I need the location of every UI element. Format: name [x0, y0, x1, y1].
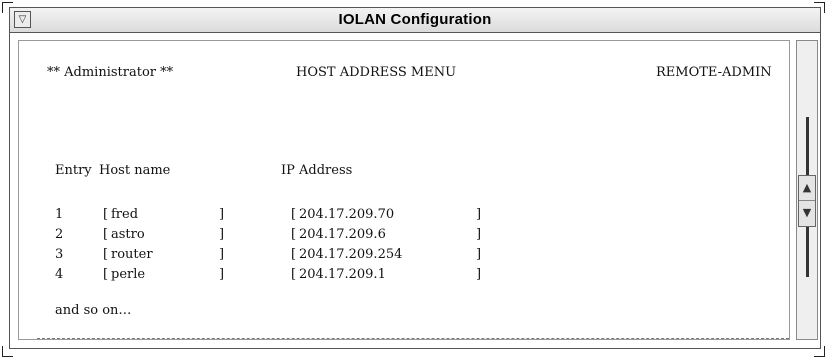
entry-number: 4 — [55, 267, 64, 282]
dashed-divider — [37, 338, 789, 339]
ip-address-field[interactable]: 204.17.209.70 — [299, 207, 394, 222]
field-bracket: [ — [103, 227, 109, 242]
scroll-down-icon[interactable]: ▼ — [799, 201, 815, 225]
column-header-host: Host name — [99, 163, 171, 178]
table-row: 4 [ perle ] [ 204.17.209.1 ] — [19, 267, 789, 287]
ip-address-field[interactable]: 204.17.209.6 — [299, 227, 386, 242]
entry-number: 3 — [55, 247, 64, 262]
mode-label: REMOTE-ADMIN — [656, 65, 772, 80]
field-bracket: [ — [291, 207, 297, 222]
ip-address-field[interactable]: 204.17.209.1 — [299, 267, 386, 282]
field-bracket: [ — [291, 247, 297, 262]
table-row: 1 [ fred ] [ 204.17.209.70 ] — [19, 207, 789, 227]
field-bracket: ] — [219, 247, 225, 262]
field-bracket: [ — [103, 247, 109, 262]
entry-number: 1 — [55, 207, 64, 222]
field-bracket: [ — [103, 267, 109, 282]
vertical-scrollbar[interactable]: ▲ ▼ — [796, 40, 818, 340]
field-bracket: [ — [103, 207, 109, 222]
field-bracket: [ — [291, 267, 297, 282]
scroll-up-icon[interactable]: ▲ — [799, 176, 815, 201]
field-bracket: ] — [476, 267, 482, 282]
field-bracket: ] — [476, 207, 482, 222]
window-title: IOLAN Configuration — [338, 11, 492, 28]
ip-address-field[interactable]: 204.17.209.254 — [299, 247, 402, 262]
field-bracket: ] — [476, 227, 482, 242]
table-row: 2 [ astro ] [ 204.17.209.6 ] — [19, 227, 789, 247]
iolan-config-window: ▽ IOLAN Configuration ** Administrator *… — [0, 0, 827, 359]
field-bracket: ] — [219, 207, 225, 222]
field-bracket: ] — [476, 247, 482, 262]
host-name-field[interactable]: astro — [111, 227, 145, 242]
host-name-field[interactable]: perle — [111, 267, 145, 282]
role-label: ** Administrator ** — [47, 65, 174, 80]
column-header-ip: IP Address — [281, 163, 353, 178]
host-name-field[interactable]: router — [111, 247, 153, 262]
table-row: 3 [ router ] [ 204.17.209.254 ] — [19, 247, 789, 267]
menu-title: HOST ADDRESS MENU — [296, 65, 457, 80]
field-bracket: [ — [291, 227, 297, 242]
field-bracket: ] — [219, 227, 225, 242]
title-bar[interactable]: ▽ IOLAN Configuration — [9, 7, 821, 33]
terminal-content: ** Administrator ** HOST ADDRESS MENU RE… — [18, 40, 790, 340]
more-entries-note: and so on… — [55, 303, 132, 318]
column-header-entry: Entry — [55, 163, 92, 178]
entry-number: 2 — [55, 227, 64, 242]
scrollbar-thumb[interactable]: ▲ ▼ — [798, 175, 816, 227]
host-name-field[interactable]: fred — [111, 207, 138, 222]
field-bracket: ] — [219, 267, 225, 282]
